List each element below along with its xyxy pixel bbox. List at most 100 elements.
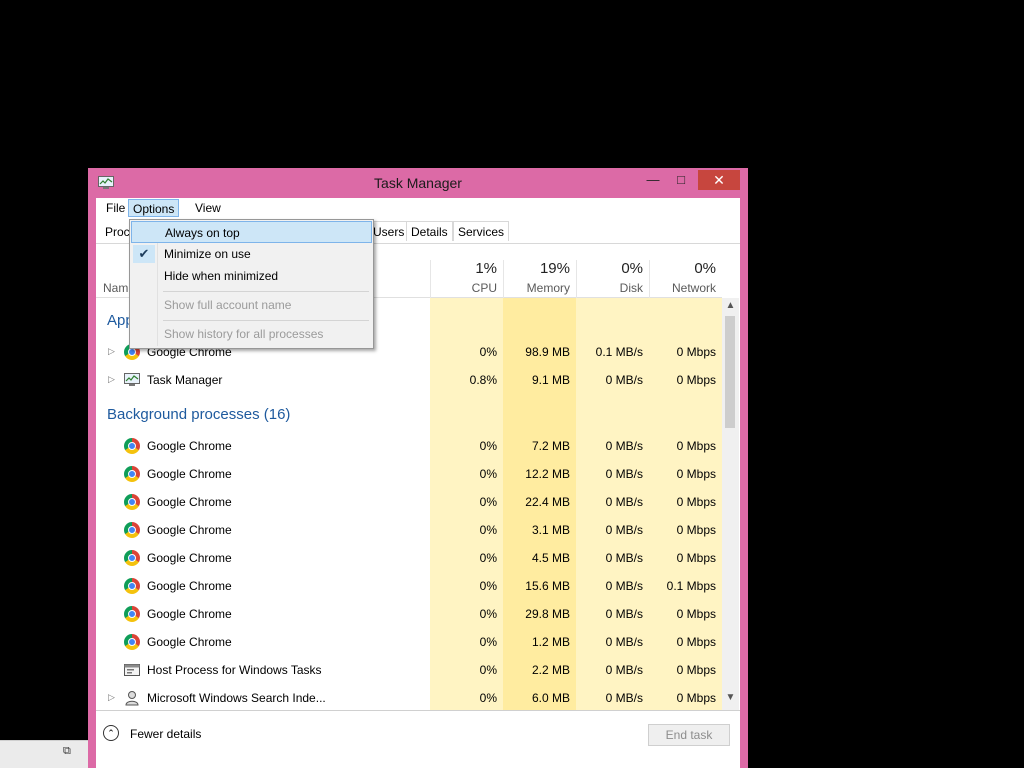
cpu-column-header[interactable]: 1% CPU	[430, 244, 503, 298]
checkmark-icon: ✔	[133, 245, 155, 263]
chrome-icon	[124, 634, 140, 650]
process-name: Google Chrome	[147, 439, 232, 453]
minimize-button[interactable]: —	[640, 170, 666, 190]
memory-cell: 2.2 MB	[531, 663, 570, 677]
footer-bar: ⌃ Fewer details End task	[96, 710, 740, 768]
network-cell: 0 Mbps	[676, 607, 716, 621]
memory-cell: 1.2 MB	[531, 635, 570, 649]
memory-column-header[interactable]: 19% Memory	[503, 244, 576, 298]
cpu-cell: 0%	[479, 467, 497, 481]
cpu-cell: 0%	[479, 607, 497, 621]
cpu-cell: 0%	[479, 551, 497, 565]
network-cell: 0 Mbps	[676, 635, 716, 649]
table-row[interactable]: ▷ Microsoft Windows Search Inde... 0% 6.…	[96, 684, 722, 710]
scroll-up-arrow-icon[interactable]: ▲	[722, 300, 739, 314]
task-manager-icon	[124, 373, 140, 386]
disk-cell: 0 MB/s	[605, 551, 643, 565]
memory-header-label: Memory	[526, 281, 570, 295]
process-name: Google Chrome	[147, 523, 232, 537]
table-row[interactable]: Google Chrome 0% 7.2 MB 0 MB/s 0 Mbps	[96, 432, 722, 460]
network-cell: 0 Mbps	[676, 373, 716, 387]
disk-cell: 0 MB/s	[605, 523, 643, 537]
column-divider	[576, 260, 577, 298]
table-row[interactable]: Host Process for Windows Tasks 0% 2.2 MB…	[96, 656, 722, 684]
disk-header-label: Disk	[619, 281, 643, 295]
cpu-cell: 0%	[479, 523, 497, 537]
cpu-cell: 0%	[479, 663, 497, 677]
table-row[interactable]: Google Chrome 0% 12.2 MB 0 MB/s 0 Mbps	[96, 460, 722, 488]
chrome-icon	[124, 606, 140, 622]
table-row[interactable]: Google Chrome 0% 29.8 MB 0 MB/s 0 Mbps	[96, 600, 722, 628]
menu-options[interactable]: Options	[128, 199, 180, 217]
title-bar[interactable]: Task Manager — □ ✕	[88, 168, 748, 198]
menu-item-hide-when-minimized[interactable]: Hide when minimized	[131, 265, 372, 287]
memory-cell: 4.5 MB	[531, 551, 570, 565]
process-name: Google Chrome	[147, 551, 232, 565]
close-button[interactable]: ✕	[698, 170, 740, 190]
taskbar-fragment: ⧉	[0, 740, 88, 768]
menu-view[interactable]: View	[191, 199, 225, 217]
scroll-down-arrow-icon[interactable]: ▼	[722, 692, 739, 706]
disk-cell: 0 MB/s	[605, 579, 643, 593]
chevron-up-circle-icon[interactable]: ⌃	[103, 725, 119, 741]
maximize-button[interactable]: □	[668, 170, 694, 190]
disk-cell: 0 MB/s	[605, 495, 643, 509]
column-divider	[430, 260, 431, 298]
disk-cell: 0 MB/s	[605, 467, 643, 481]
process-name: Google Chrome	[147, 635, 232, 649]
tab-services[interactable]: Services	[453, 221, 510, 241]
process-name: Microsoft Windows Search Inde...	[147, 691, 326, 705]
expand-arrow-icon[interactable]: ▷	[108, 346, 115, 357]
menu-item-show-history: Show history for all processes	[131, 323, 372, 345]
table-row[interactable]: Google Chrome 0% 1.2 MB 0 MB/s 0 Mbps	[96, 628, 722, 656]
table-row[interactable]: ▷ Task Manager 0.8% 9.1 MB 0 MB/s 0 Mbps	[96, 366, 722, 394]
disk-column-header[interactable]: 0% Disk	[576, 244, 649, 298]
process-name: Task Manager	[147, 373, 223, 387]
memory-cell: 9.1 MB	[531, 373, 570, 387]
menu-item-label: Show full account name	[164, 298, 292, 312]
scrollbar-thumb[interactable]	[725, 316, 735, 428]
end-task-button[interactable]: End task	[648, 724, 730, 746]
cpu-header-label: CPU	[471, 281, 497, 295]
menu-item-always-on-top[interactable]: Always on top	[131, 221, 372, 243]
column-divider	[503, 260, 504, 298]
menu-separator	[163, 291, 369, 292]
disk-cell: 0 MB/s	[605, 439, 643, 453]
cpu-cell: 0%	[479, 691, 497, 705]
process-name: Google Chrome	[147, 579, 232, 593]
cpu-cell: 0.8%	[469, 373, 497, 387]
table-row[interactable]: Google Chrome 0% 3.1 MB 0 MB/s 0 Mbps	[96, 516, 722, 544]
memory-cell: 7.2 MB	[531, 439, 570, 453]
table-row[interactable]: Google Chrome 0% 4.5 MB 0 MB/s 0 Mbps	[96, 544, 722, 572]
vertical-scrollbar[interactable]: ▲ ▼	[722, 298, 739, 710]
chrome-icon	[124, 438, 140, 454]
table-row[interactable]: Google Chrome 0% 22.4 MB 0 MB/s 0 Mbps	[96, 488, 722, 516]
process-name: Google Chrome	[147, 607, 232, 621]
network-cell: 0 Mbps	[676, 495, 716, 509]
memory-cell: 98.9 MB	[525, 345, 570, 359]
tab-details[interactable]: Details	[406, 221, 453, 241]
expand-arrow-icon[interactable]: ▷	[108, 374, 115, 385]
column-divider	[649, 260, 650, 298]
table-row[interactable]: Google Chrome 0% 15.6 MB 0 MB/s 0.1 Mbps	[96, 572, 722, 600]
expand-arrow-icon[interactable]: ▷	[108, 692, 115, 703]
menu-file[interactable]: File	[102, 199, 129, 217]
disk-cell: 0.1 MB/s	[595, 345, 643, 359]
fewer-details-link[interactable]: Fewer details	[130, 727, 201, 741]
network-cell: 0 Mbps	[676, 439, 716, 453]
network-column-header[interactable]: 0% Network	[649, 244, 722, 298]
menu-item-minimize-on-use[interactable]: ✔ Minimize on use	[131, 243, 372, 265]
tab-users[interactable]: Users	[368, 221, 410, 241]
options-dropdown-menu: Always on top ✔ Minimize on use Hide whe…	[129, 219, 374, 349]
cpu-cell: 0%	[479, 635, 497, 649]
memory-cell: 12.2 MB	[525, 467, 570, 481]
chrome-icon	[124, 466, 140, 482]
restore-window-icon[interactable]: ⧉	[63, 745, 71, 758]
background-group-title: Background processes (16)	[107, 406, 291, 423]
network-cell: 0 Mbps	[676, 551, 716, 565]
disk-cell: 0 MB/s	[605, 691, 643, 705]
memory-cell: 3.1 MB	[531, 523, 570, 537]
search-indexer-icon	[125, 691, 139, 706]
memory-cell: 22.4 MB	[525, 495, 570, 509]
menu-item-label: Hide when minimized	[164, 269, 279, 283]
